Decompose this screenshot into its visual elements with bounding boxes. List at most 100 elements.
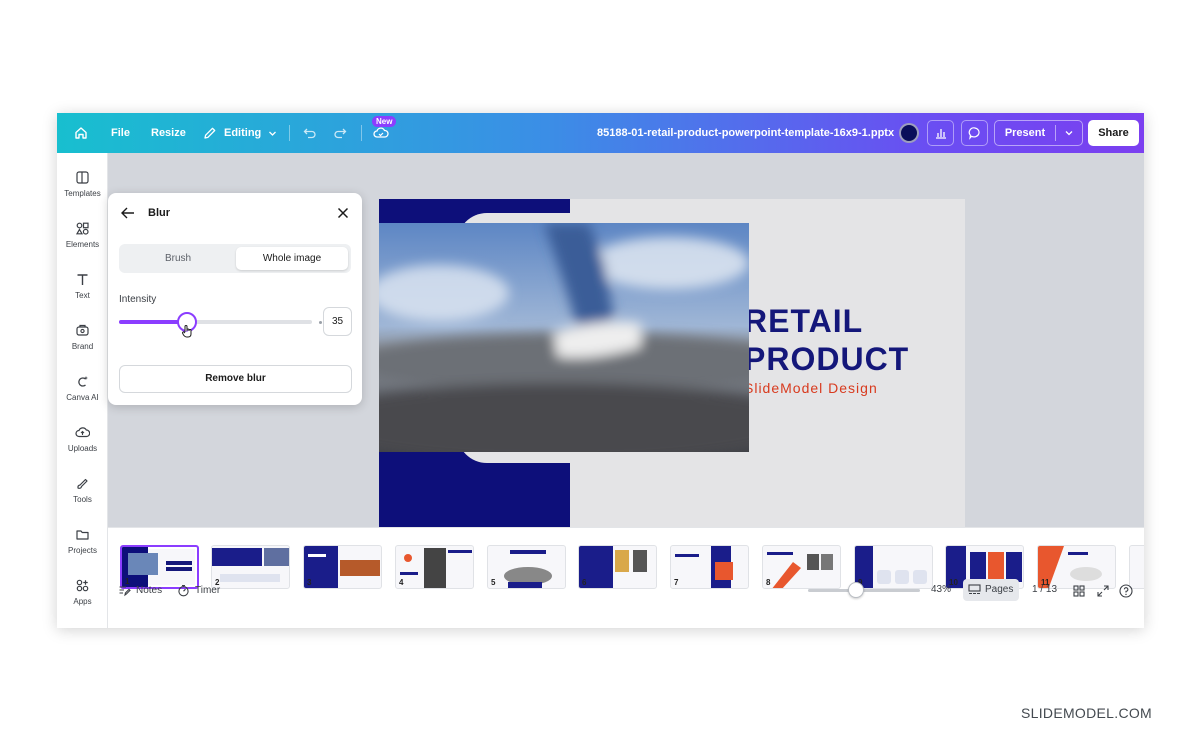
toolbar-divider <box>361 125 362 141</box>
thumbnail-number: 8 <box>766 578 771 587</box>
page-thumbnail[interactable]: 3 <box>303 545 382 589</box>
hand-cursor-icon <box>182 325 192 338</box>
sidebar-item-uploads[interactable]: Uploads <box>57 425 108 469</box>
page-thumbnail[interactable]: 8 <box>762 545 841 589</box>
sidebar-item-label: Uploads <box>67 444 98 453</box>
zoom-slider[interactable] <box>808 582 920 598</box>
intensity-label: Intensity <box>119 294 157 305</box>
thumbnail-preview <box>304 546 380 588</box>
insights-button[interactable] <box>927 120 954 146</box>
pencil-icon <box>204 127 216 139</box>
sidebar-item-label: Text <box>75 291 90 300</box>
present-divider <box>1055 125 1056 141</box>
page-thumbnail[interactable]: 11 <box>1037 545 1116 589</box>
zoom-slider-handle[interactable] <box>848 582 865 598</box>
remove-blur-button[interactable]: Remove blur <box>119 365 352 393</box>
notes-label: Notes <box>136 585 163 596</box>
bar-chart-icon <box>935 129 946 139</box>
thumbnail-preview <box>1038 546 1102 588</box>
resize-button[interactable]: Resize <box>151 113 186 153</box>
blur-mode-toggle: Brush Whole image <box>119 244 351 273</box>
slide-1[interactable]: RETAIL PRODUCT SlideModel Design <box>379 199 965 528</box>
undo-button[interactable] <box>303 113 317 153</box>
templates-icon <box>76 171 89 184</box>
sidebar-item-canva-ai[interactable]: Canva AI <box>57 374 108 418</box>
page-thumbnail[interactable]: 7 <box>670 545 749 589</box>
present-label: Present <box>1004 127 1046 139</box>
sidebar-item-brand[interactable]: Brand <box>57 323 108 367</box>
notes-icon <box>119 586 131 597</box>
notes-button[interactable]: Notes <box>118 584 162 597</box>
redo-button[interactable] <box>333 113 347 153</box>
blur-panel: Blur Brush Whole image Intensity 35 Remo… <box>108 193 362 405</box>
redo-icon <box>334 128 347 139</box>
thumbnail-preview <box>400 548 472 588</box>
page-thumbnail[interactable]: 2 <box>211 545 290 589</box>
page-thumbnail[interactable]: 1 <box>120 545 199 589</box>
sidebar-item-label: Elements <box>65 240 100 249</box>
text-icon <box>77 274 88 285</box>
thumbnail-preview <box>504 550 552 588</box>
blurred-photo[interactable] <box>379 223 749 452</box>
new-badge: New <box>372 116 397 127</box>
sidebar-item-label: Apps <box>73 597 92 606</box>
sidebar-item-text[interactable]: Text <box>57 272 108 316</box>
thumbnail-preview <box>579 546 647 588</box>
sidebar-item-templates[interactable]: Templates <box>57 170 108 214</box>
file-name[interactable]: 85188-01-retail-product-powerpoint-templ… <box>597 113 894 153</box>
sidebar-item-label: Canva AI <box>66 393 99 402</box>
brand-icon <box>76 324 89 336</box>
fullscreen-icon[interactable] <box>1097 585 1109 597</box>
slide-title-line1: RETAIL <box>744 303 864 339</box>
projects-icon <box>76 530 89 540</box>
comment-icon <box>968 127 980 140</box>
page-thumbnail[interactable]: 9 <box>854 545 933 589</box>
pages-label: Pages <box>985 584 1014 595</box>
page-thumbnail[interactable]: 6 <box>578 545 657 589</box>
pages-button[interactable]: Pages <box>963 579 1019 601</box>
editing-dropdown[interactable]: Editing <box>203 113 277 153</box>
close-icon[interactable] <box>337 207 349 219</box>
tools-icon <box>77 478 88 489</box>
zoom-level[interactable]: 43% <box>931 584 951 595</box>
undo-icon <box>303 128 316 139</box>
page-thumbnail[interactable]: 5 <box>487 545 566 589</box>
editing-label: Editing <box>224 127 262 139</box>
left-sidebar: Templates Elements Text Brand Canva AI U… <box>57 153 108 628</box>
sidebar-item-tools[interactable]: Tools <box>57 476 108 520</box>
timer-button[interactable]: Timer <box>177 584 220 597</box>
page-thumbnail[interactable] <box>1129 545 1144 589</box>
intensity-slider[interactable] <box>119 312 322 332</box>
canva-editor-window: File Resize Editing New 85188-01-retail-… <box>57 113 1144 628</box>
help-icon[interactable] <box>1119 584 1133 598</box>
brush-mode-button[interactable]: Brush <box>122 247 234 270</box>
thumbnail-preview <box>212 548 289 582</box>
present-button[interactable]: Present <box>994 120 1083 146</box>
sidebar-item-elements[interactable]: Elements <box>57 221 108 265</box>
intensity-value-input[interactable]: 35 <box>323 307 352 336</box>
top-toolbar: File Resize Editing New 85188-01-retail-… <box>57 113 1144 153</box>
chevron-down-icon[interactable] <box>1063 127 1075 139</box>
share-button[interactable]: Share <box>1088 120 1139 146</box>
file-menu[interactable]: File <box>111 113 130 153</box>
sidebar-item-projects[interactable]: Projects <box>57 527 108 571</box>
thumbnail-preview <box>767 552 833 588</box>
sidebar-item-apps[interactable]: Apps <box>57 578 108 622</box>
home-button[interactable] <box>73 113 89 153</box>
elements-icon <box>75 222 89 235</box>
thumbnail-number: 4 <box>399 578 404 587</box>
thumbnail-number: 3 <box>307 578 312 587</box>
timer-label: Timer <box>195 585 221 596</box>
comment-button[interactable] <box>961 120 988 146</box>
thumbnail-preview <box>122 547 192 587</box>
color-swatch[interactable] <box>899 123 919 143</box>
whole-image-mode-button[interactable]: Whole image <box>236 247 348 270</box>
back-arrow-icon[interactable] <box>121 207 135 219</box>
chevron-down-icon <box>269 131 277 136</box>
thumbnail-number: 5 <box>491 578 496 587</box>
page-thumbnail[interactable]: 4 <box>395 545 474 589</box>
grid-view-icon[interactable] <box>1073 585 1085 597</box>
canva-ai-icon <box>78 376 88 387</box>
bottom-panel: 1 2 3 4 5 6 7 8 10 11 Notes Timer 43% Pa… <box>108 527 1144 628</box>
thumbnail-number: 7 <box>674 578 679 587</box>
